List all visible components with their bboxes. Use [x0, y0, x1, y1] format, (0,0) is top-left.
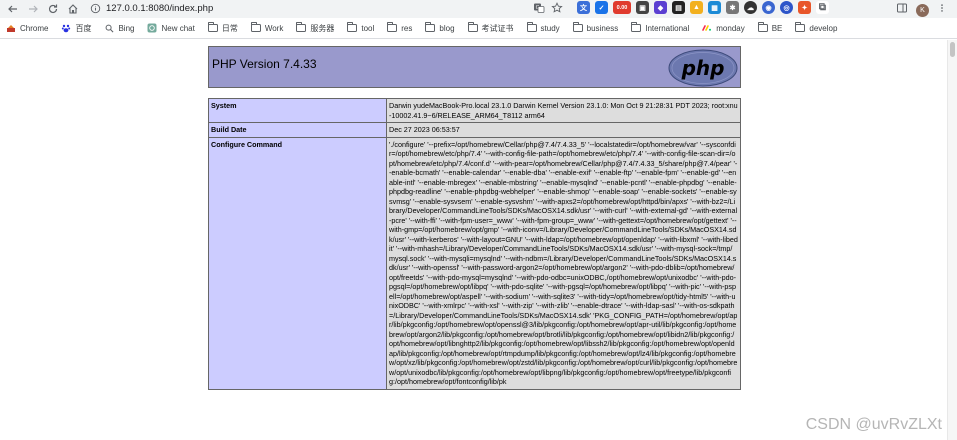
folder-icon [387, 22, 398, 33]
cloud-ext-icon[interactable]: ☁ [744, 1, 757, 14]
chrome-icon [6, 24, 16, 33]
bookmark-folder-business[interactable]: business [572, 22, 618, 33]
bookmark-ext-icon[interactable]: ▲ [690, 1, 703, 14]
tabs-ext-icon[interactable]: ▤ [672, 1, 685, 14]
browser-toolbar: 127.0.0.1:8080/index.php G 文 ✓ 0.00 ▣ ◆ … [0, 0, 957, 18]
bookmark-folder-study[interactable]: study [526, 22, 560, 33]
phpinfo-header: PHP Version 7.4.33 php [208, 46, 741, 88]
bookmark-folder-be[interactable]: BE [757, 22, 782, 33]
home-icon [68, 4, 78, 14]
arrow-right-icon [29, 5, 38, 13]
scrollbar-thumb[interactable] [950, 42, 955, 57]
folder-icon [467, 22, 478, 33]
picture-ext-icon[interactable]: ▦ [708, 1, 721, 14]
search-icon [104, 24, 114, 33]
bookmark-baidu[interactable]: 百度 [61, 23, 91, 34]
extensions-bar: 文 ✓ 0.00 ▣ ◆ ▤ ▲ ▦ ✱ ☁ ◉ ◎ ✦ ⧉ [577, 1, 829, 14]
folder-icon [250, 22, 261, 33]
folder-icon [757, 22, 768, 33]
row-key-build-date: Build Date [208, 122, 387, 138]
table-row: Configure Command './configure' '--prefi… [208, 136, 741, 390]
table-row: System Darwin yudeMacBook-Pro.local 23.1… [208, 98, 741, 123]
bookmark-chrome[interactable]: Chrome [6, 24, 48, 33]
bookmark-folder-blog[interactable]: blog [425, 22, 455, 33]
bookmark-folder-international[interactable]: International [631, 22, 689, 33]
folder-icon [296, 22, 307, 33]
bookmark-folder-tool[interactable]: tool [347, 22, 374, 33]
bookmarks-bar: Chrome 百度 Bing New chat 日常 Work 服务器 tool… [0, 18, 957, 39]
bookmark-folder-res[interactable]: res [387, 22, 412, 33]
gear-ext-icon[interactable]: ✱ [726, 1, 739, 14]
php-logo: php [668, 49, 738, 87]
bookmark-monday[interactable]: monday [702, 24, 745, 33]
page-viewport[interactable]: PHP Version 7.4.33 php System Darwin yud… [0, 40, 947, 440]
phpinfo-table: System Darwin yudeMacBook-Pro.local 23.1… [208, 98, 741, 390]
phpinfo-container: PHP Version 7.4.33 php System Darwin yud… [208, 46, 741, 390]
folder-icon [795, 22, 806, 33]
extensions-puzzle-icon[interactable]: ⧉ [816, 1, 829, 14]
table-row: Build Date Dec 27 2023 06:53:57 [208, 122, 741, 138]
reload-icon [48, 4, 58, 14]
folder-icon [425, 22, 436, 33]
vpn-ext-icon[interactable]: ◎ [780, 1, 793, 14]
translate-icon[interactable]: G [532, 1, 546, 15]
sidebar-icon[interactable] [896, 1, 908, 19]
screenshot-ext-icon[interactable]: ✓ [595, 1, 608, 14]
red-badge-icon[interactable]: 0.00 [613, 1, 631, 14]
back-button[interactable] [3, 0, 23, 18]
url-text[interactable]: 127.0.0.1:8080/index.php [106, 3, 213, 14]
baidu-icon [61, 24, 71, 33]
bookmark-folder-daily[interactable]: 日常 [207, 22, 238, 34]
puzzle-ext-icon[interactable]: ◆ [654, 1, 667, 14]
bookmark-folder-develop[interactable]: develop [795, 22, 837, 33]
folder-icon [572, 22, 583, 33]
row-value-build-date: Dec 27 2023 06:53:57 [386, 122, 741, 138]
address-bar[interactable]: 127.0.0.1:8080/index.php [88, 1, 573, 16]
folder-icon [347, 22, 358, 33]
folder-icon [207, 22, 218, 33]
bookmark-star-icon[interactable] [550, 1, 564, 15]
bookmark-new-chat[interactable]: New chat [147, 23, 195, 33]
row-value-system: Darwin yudeMacBook-Pro.local 23.1.0 Darw… [386, 98, 741, 123]
profile-avatar[interactable]: K [916, 3, 929, 17]
bookmark-folder-work[interactable]: Work [250, 22, 283, 33]
arrow-left-icon [8, 5, 17, 13]
bookmark-folder-server[interactable]: 服务器 [296, 22, 334, 34]
folder-icon [631, 22, 642, 33]
menu-icon[interactable] [937, 1, 947, 19]
fox-ext-icon[interactable]: ✦ [798, 1, 811, 14]
info-icon[interactable] [88, 2, 102, 16]
page-scrollbar[interactable] [947, 40, 957, 440]
globe-ext-icon[interactable]: ◉ [762, 1, 775, 14]
cube-ext-icon[interactable]: ▣ [636, 1, 649, 14]
folder-icon [526, 22, 537, 33]
bookmark-bing[interactable]: Bing [104, 24, 134, 33]
php-logo-text: php [681, 56, 725, 80]
watermark: CSDN @uvRvZLXt [805, 416, 942, 433]
page-title: PHP Version 7.4.33 [212, 57, 317, 71]
bookmark-folder-certs[interactable]: 考试证书 [467, 22, 514, 34]
chat-icon [147, 23, 157, 33]
monday-icon [702, 24, 712, 33]
home-button[interactable] [63, 0, 83, 18]
row-key-system: System [208, 98, 387, 123]
forward-button[interactable] [23, 0, 43, 18]
translate-ext-icon[interactable]: 文 [577, 1, 590, 14]
row-key-configure-command: Configure Command [208, 136, 387, 390]
reload-button[interactable] [43, 0, 63, 18]
row-value-configure-command: './configure' '--prefix=/opt/homebrew/Ce… [386, 136, 741, 390]
